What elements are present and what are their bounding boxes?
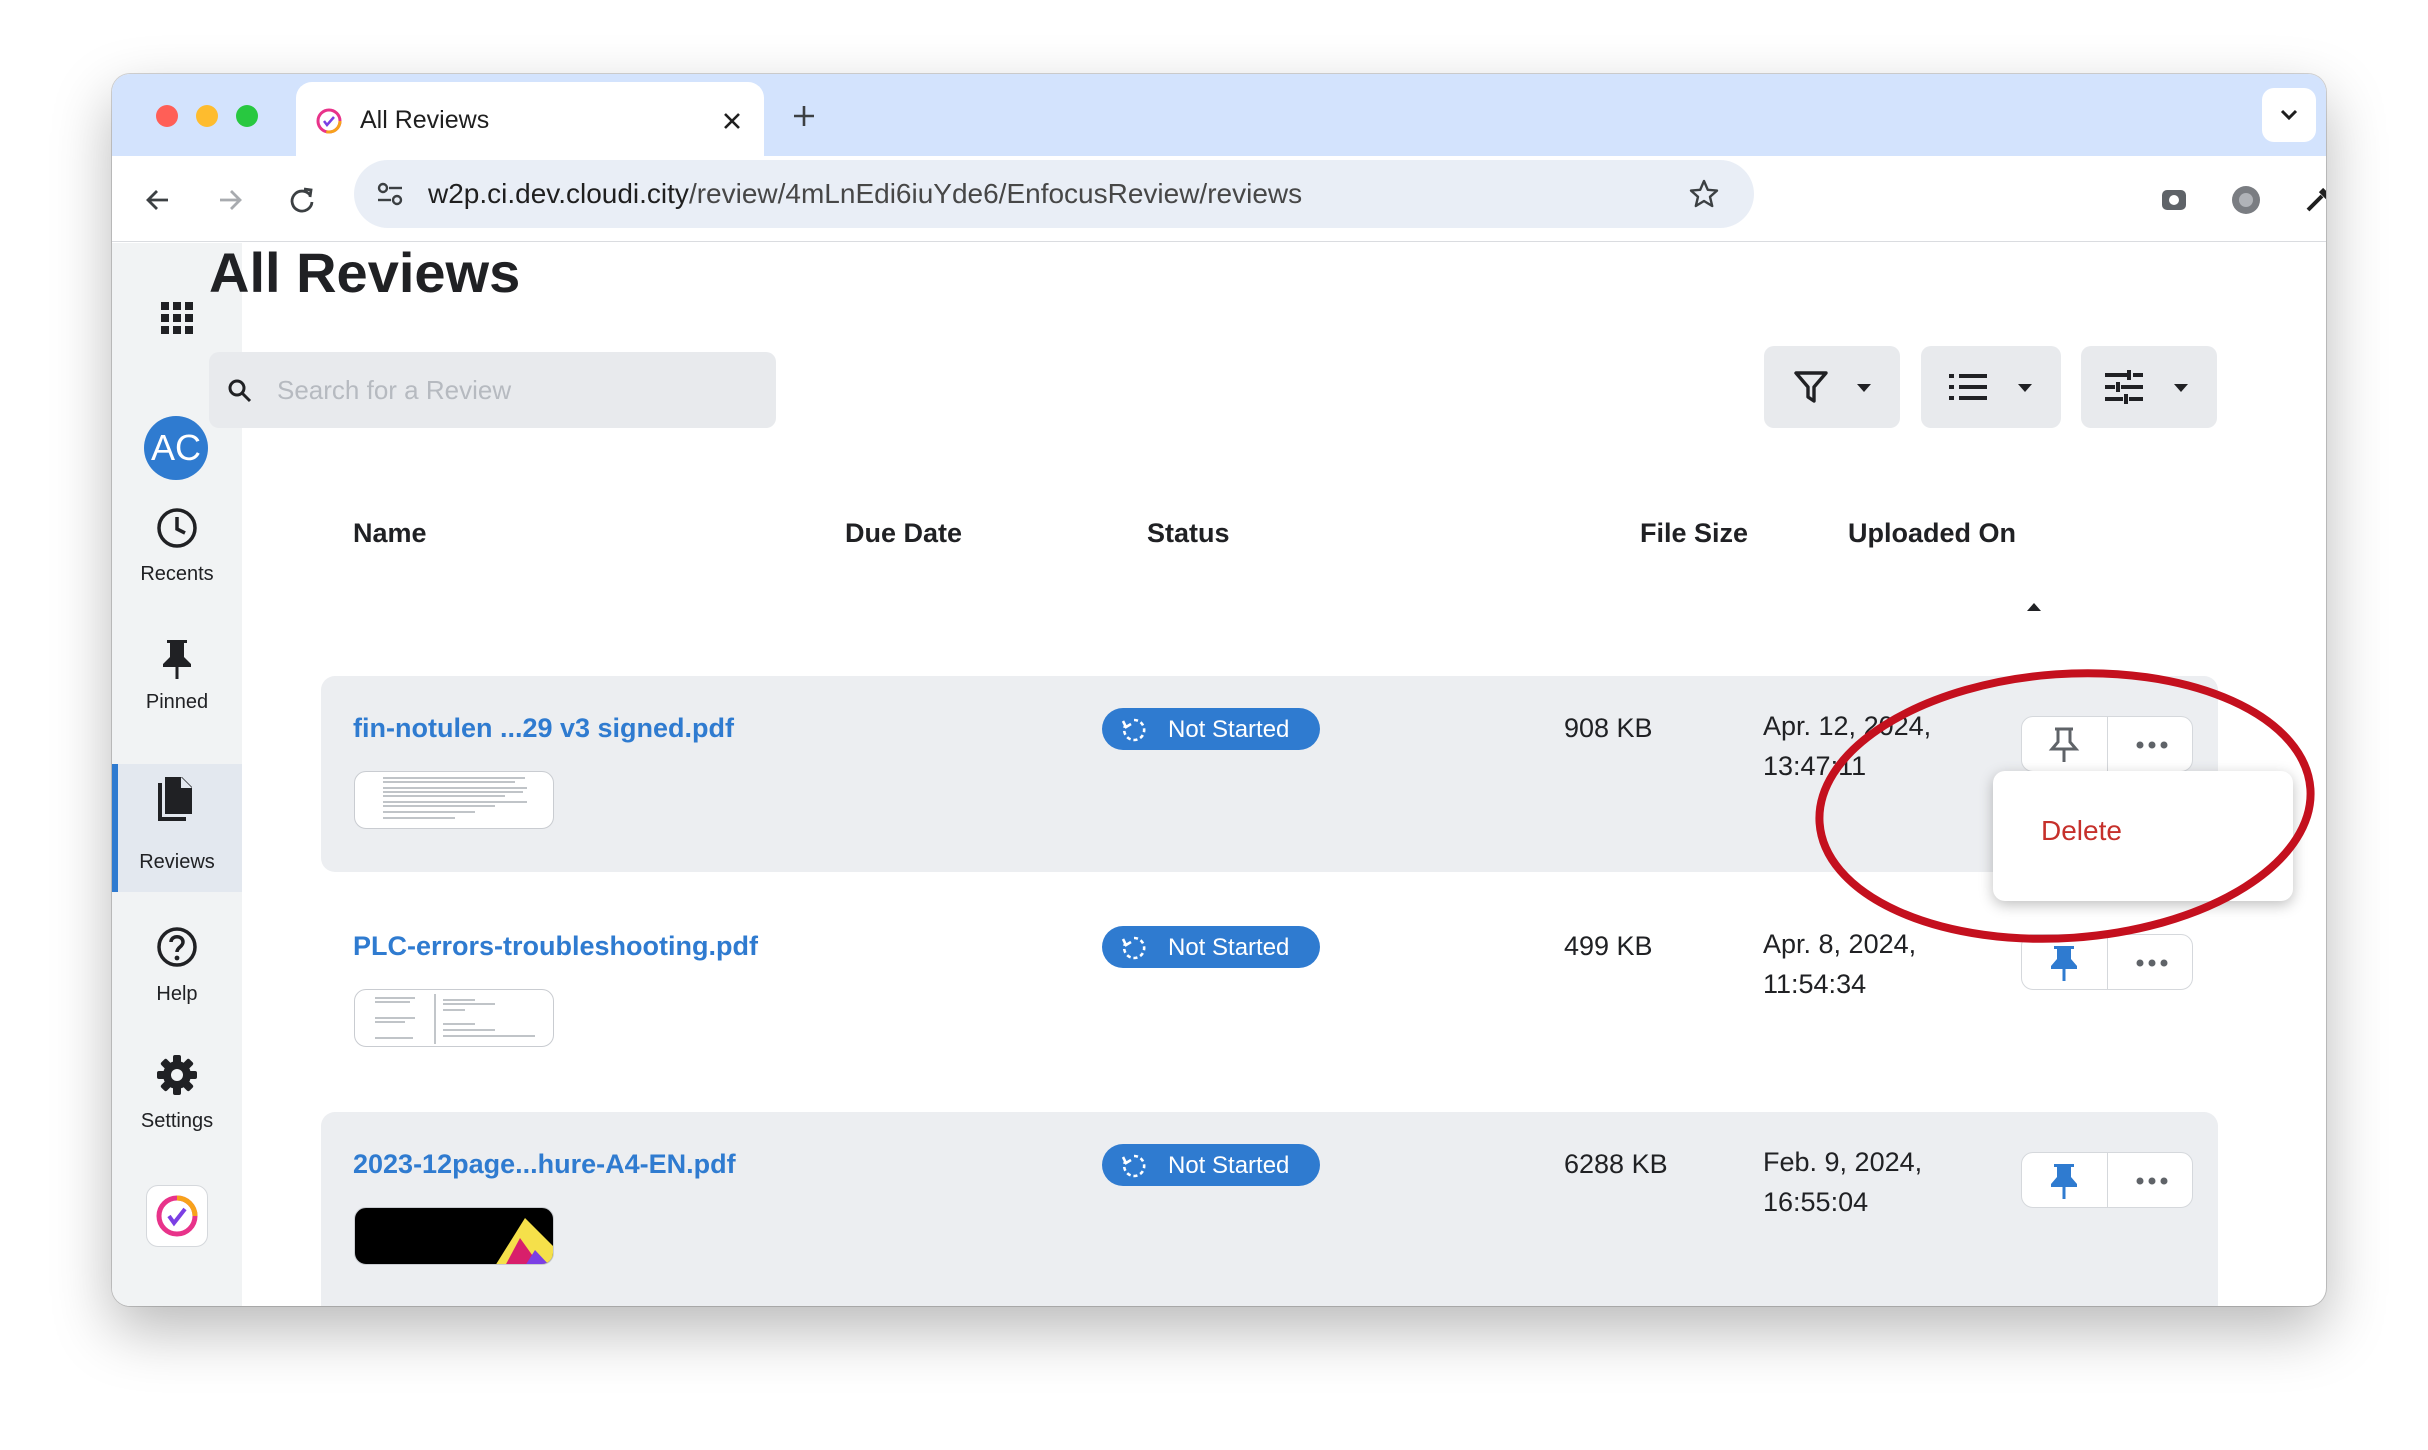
- row-actions: [2021, 1152, 2193, 1208]
- annotation-ellipse: [1815, 669, 2315, 943]
- file-size: 6288 KB: [1564, 1149, 1668, 1179]
- status-badge: Not Started: [1102, 1144, 1320, 1186]
- documents-icon: [148, 772, 204, 828]
- eyedropper-icon[interactable]: [2296, 178, 2326, 222]
- file-name-link[interactable]: PLC-errors-troubleshooting.pdf: [353, 931, 758, 962]
- more-options-icon[interactable]: [2128, 1161, 2176, 1201]
- caret-down-icon: [1854, 378, 1874, 398]
- file-size: 908 KB: [1564, 713, 1653, 743]
- sidebar-item-label: Help: [156, 983, 198, 1005]
- file-name-link[interactable]: fin-notulen ...29 v3 signed.pdf: [353, 713, 734, 744]
- pin-icon: [153, 635, 201, 683]
- sidebar-item-label: Reviews: [139, 851, 215, 873]
- sidebar-item-label: Settings: [140, 1110, 214, 1132]
- tab-title: All Reviews: [360, 106, 490, 134]
- clock-icon: [153, 504, 201, 552]
- status-label: Not Started: [1168, 716, 1290, 743]
- filter-button[interactable]: [1764, 346, 1900, 428]
- settings-sliders-button[interactable]: [2081, 346, 2217, 428]
- chevron-down-icon: [2279, 108, 2299, 122]
- zoom-window-button[interactable]: [236, 105, 258, 127]
- pin-icon[interactable]: [2044, 1161, 2084, 1201]
- minimize-window-button[interactable]: [196, 105, 218, 127]
- reload-icon[interactable]: [282, 180, 322, 220]
- close-tab-icon[interactable]: [718, 107, 746, 135]
- table-row[interactable]: [321, 1112, 2218, 1306]
- back-arrow-icon[interactable]: [138, 180, 178, 220]
- file-name-link[interactable]: 2023-12page...hure-A4-EN.pdf: [353, 1149, 736, 1180]
- bookmark-star-icon[interactable]: [1686, 176, 1722, 212]
- status-badge: Not Started: [1102, 926, 1320, 968]
- progress-refresh-icon: [1120, 1152, 1148, 1180]
- tab-all-reviews[interactable]: All Reviews: [296, 82, 764, 156]
- column-header-due-date[interactable]: Due Date: [845, 518, 962, 549]
- sidebar-item-reviews[interactable]: Reviews: [112, 764, 242, 892]
- app-grid-icon[interactable]: [152, 293, 202, 343]
- status-badge: Not Started: [1102, 708, 1320, 750]
- app-favicon-icon: [316, 108, 342, 134]
- tab-search-button[interactable]: [2262, 88, 2316, 142]
- caret-down-icon: [2171, 378, 2191, 398]
- search-box[interactable]: [209, 352, 776, 428]
- column-header-uploaded-on[interactable]: Uploaded On: [1848, 518, 2016, 549]
- file-thumbnail[interactable]: [354, 1207, 554, 1265]
- file-thumbnail[interactable]: [354, 771, 554, 829]
- caret-down-icon: [2015, 378, 2035, 398]
- column-header-name[interactable]: Name: [353, 518, 427, 549]
- extension-icon-2[interactable]: [2224, 178, 2268, 222]
- site-settings-icon[interactable]: [372, 176, 408, 212]
- avatar[interactable]: AC: [144, 416, 208, 480]
- uploaded-date: Feb. 9, 2024, 16:55:04: [1763, 1147, 1923, 1217]
- sidebar-item-label: Recents: [140, 563, 214, 585]
- search-input[interactable]: [277, 352, 757, 428]
- tab-strip: All Reviews: [112, 74, 2326, 156]
- help-icon: [153, 923, 201, 971]
- extension-icon-1[interactable]: [2152, 178, 2196, 222]
- status-label: Not Started: [1168, 1152, 1290, 1179]
- progress-refresh-icon: [1120, 716, 1148, 744]
- list-view-button[interactable]: [1921, 346, 2061, 428]
- close-window-button[interactable]: [156, 105, 178, 127]
- new-tab-icon[interactable]: [786, 98, 822, 134]
- list-icon: [1947, 366, 1989, 408]
- sidebar-item-label: Pinned: [145, 691, 209, 713]
- sort-ascending-icon: [2024, 600, 2044, 614]
- forward-arrow-icon[interactable]: [210, 180, 250, 220]
- progress-refresh-icon: [1120, 934, 1148, 962]
- url-text: w2p.ci.dev.cloudi.city/review/4mLnEdi6iu…: [428, 178, 1303, 209]
- app-logo[interactable]: [146, 1185, 208, 1247]
- column-header-file-size[interactable]: File Size: [1640, 518, 1748, 549]
- status-label: Not Started: [1168, 934, 1290, 961]
- sliders-icon: [2103, 366, 2145, 408]
- file-size: 499 KB: [1564, 931, 1653, 961]
- gear-icon: [153, 1051, 201, 1099]
- filter-icon: [1790, 366, 1832, 408]
- search-icon: [225, 376, 255, 406]
- file-thumbnail[interactable]: [354, 989, 554, 1047]
- column-header-status[interactable]: Status: [1147, 518, 1230, 549]
- page-title: All Reviews: [209, 241, 521, 304]
